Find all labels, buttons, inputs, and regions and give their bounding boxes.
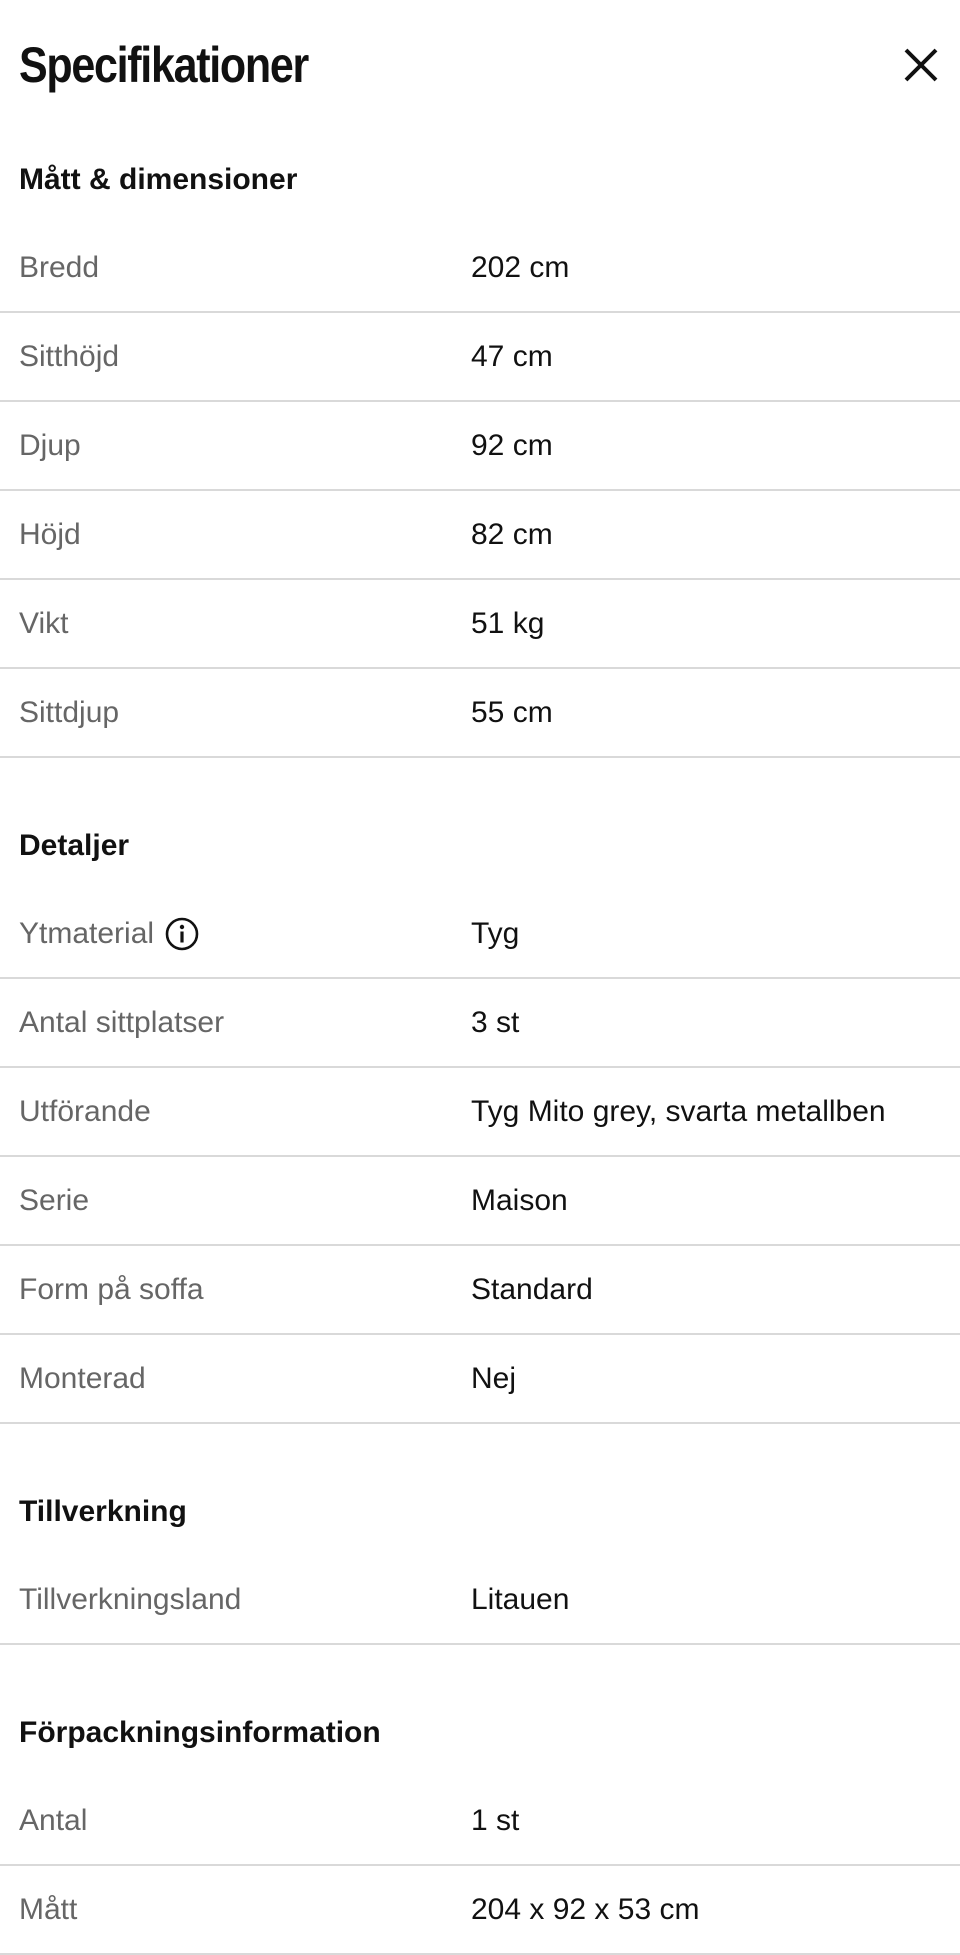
- section-dimensions: Mått & dimensioner Bredd 202 cm Sitthöjd…: [0, 136, 960, 758]
- spec-label: Tillverkningsland: [19, 1582, 242, 1616]
- spec-label: Mått: [19, 1892, 78, 1926]
- section-details: Detaljer Ytmaterial Tyg Antal sittplatse…: [0, 802, 960, 1424]
- spec-row-country: Tillverkningsland Litauen: [0, 1556, 960, 1645]
- spec-value: Standard: [471, 1272, 593, 1306]
- section-packaging: Förpackningsinformation Antal 1 st Mått …: [0, 1689, 960, 1955]
- spec-row-depth: Djup 92 cm: [0, 402, 960, 491]
- spec-label: Sitthöjd: [19, 339, 120, 373]
- spec-label: Utförande: [19, 1094, 151, 1128]
- spec-label: Monterad: [19, 1361, 146, 1395]
- spec-value: 202 cm: [471, 250, 570, 284]
- section-title: Detaljer: [19, 829, 130, 862]
- page-title: Specifikationer: [19, 37, 309, 93]
- spec-value: 82 cm: [471, 517, 553, 551]
- close-icon: [902, 46, 940, 89]
- spec-row-width: Bredd 202 cm: [0, 224, 960, 313]
- spec-row-series: Serie Maison: [0, 1157, 960, 1246]
- section-title: Förpackningsinformation: [19, 1716, 381, 1749]
- spec-row-surface-material: Ytmaterial Tyg: [0, 890, 960, 979]
- info-icon[interactable]: [164, 916, 200, 952]
- spec-label: Sittdjup: [19, 695, 120, 729]
- spec-label: Bredd: [19, 250, 100, 284]
- spec-value: Tyg: [471, 916, 520, 950]
- spec-label: Ytmaterial: [19, 916, 155, 950]
- spec-label: Antal: [19, 1803, 88, 1837]
- spec-value: Litauen: [471, 1582, 570, 1616]
- section-manufacturing: Tillverkning Tillverkningsland Litauen: [0, 1468, 960, 1645]
- section-title: Mått & dimensioner: [19, 163, 298, 196]
- spec-value: 47 cm: [471, 339, 553, 373]
- spec-row-height: Höjd 82 cm: [0, 491, 960, 580]
- spec-value: 55 cm: [471, 695, 553, 729]
- spec-row-finish: Utförande Tyg Mito grey, svarta metallbe…: [0, 1068, 960, 1157]
- spec-value: 3 st: [471, 1005, 520, 1039]
- spec-value: Maison: [471, 1183, 568, 1217]
- spec-value: Tyg Mito grey, svarta metallben: [471, 1094, 886, 1128]
- spec-value: 1 st: [471, 1803, 520, 1837]
- spec-label: Djup: [19, 428, 81, 462]
- spec-label: Antal sittplatser: [19, 1005, 225, 1039]
- spec-row-seats: Antal sittplatser 3 st: [0, 979, 960, 1068]
- spec-label: Serie: [19, 1183, 90, 1217]
- spec-row-seat-height: Sitthöjd 47 cm: [0, 313, 960, 402]
- close-button[interactable]: [900, 46, 942, 88]
- spec-label: Vikt: [19, 606, 69, 640]
- spec-label: Höjd: [19, 517, 81, 551]
- spec-row-package-dimensions: Mått 204 x 92 x 53 cm: [0, 1866, 960, 1955]
- modal-header: Specifikationer: [0, 0, 960, 136]
- section-title: Tillverkning: [19, 1495, 187, 1528]
- spec-row-seat-depth: Sittdjup 55 cm: [0, 669, 960, 758]
- spec-row-sofa-shape: Form på soffa Standard: [0, 1246, 960, 1335]
- spec-value: 92 cm: [471, 428, 553, 462]
- spec-value: Nej: [471, 1361, 517, 1395]
- spec-row-weight: Vikt 51 kg: [0, 580, 960, 669]
- spec-row-quantity: Antal 1 st: [0, 1777, 960, 1866]
- spec-row-assembled: Monterad Nej: [0, 1335, 960, 1424]
- spec-label-container: Ytmaterial: [0, 916, 471, 952]
- spec-value: 204 x 92 x 53 cm: [471, 1892, 700, 1926]
- spec-value: 51 kg: [471, 606, 545, 640]
- spec-label: Form på soffa: [19, 1272, 204, 1306]
